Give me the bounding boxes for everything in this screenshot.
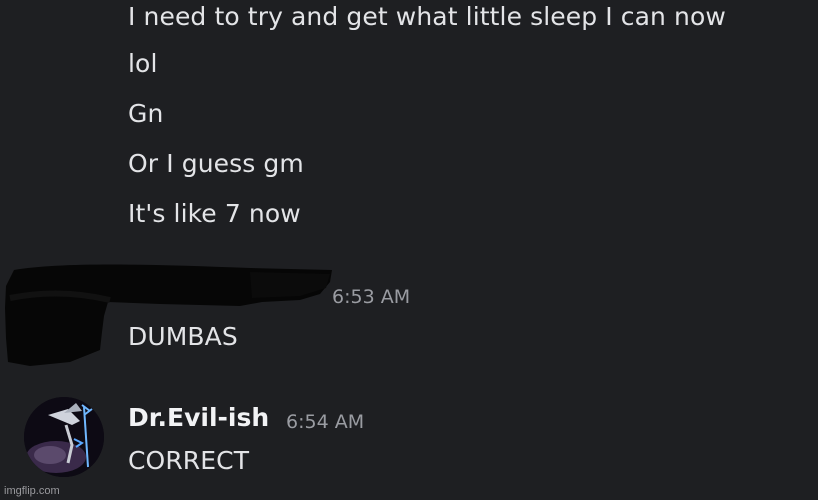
message-line: I need to try and get what little sleep … — [128, 2, 726, 31]
message-line: Gn — [128, 99, 164, 128]
redaction-scribble — [5, 264, 332, 366]
message-line: CORRECT — [128, 446, 250, 475]
message-timestamp: 6:53 AM — [332, 286, 411, 308]
watermark: imgflip.com — [4, 485, 60, 497]
message-line: lol — [128, 49, 158, 78]
avatar[interactable] — [24, 397, 104, 477]
message-line: Or I guess gm — [128, 149, 304, 178]
username[interactable]: Dr.Evil-ish — [128, 402, 269, 434]
message-line: It's like 7 now — [128, 199, 301, 228]
winged-figure-avatar-icon — [24, 397, 104, 477]
message-line: DUMBAS — [128, 322, 238, 351]
message-timestamp: 6:54 AM — [286, 411, 365, 433]
chat-log: I need to try and get what little sleep … — [0, 0, 818, 500]
